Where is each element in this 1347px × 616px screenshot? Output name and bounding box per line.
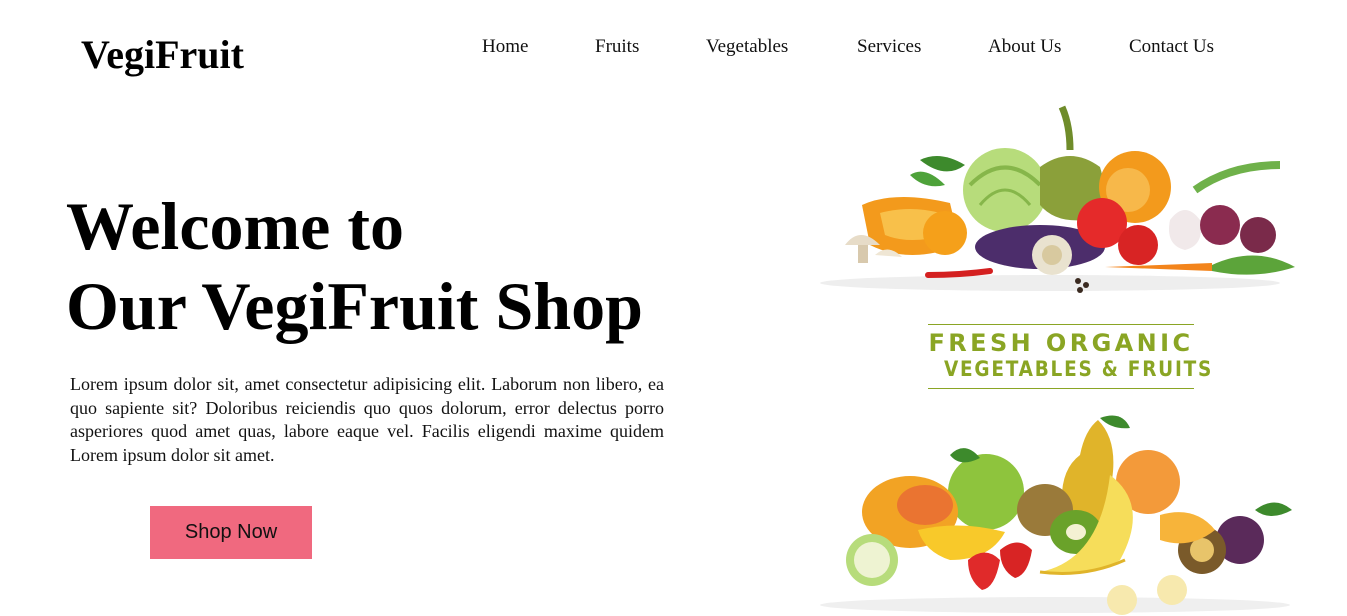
nav-item-home[interactable]: Home — [482, 33, 528, 61]
vegetables-pile-icon — [820, 105, 1295, 293]
nav-item-contact-us[interactable]: Contact Us — [1129, 33, 1214, 61]
main-nav: Home Fruits Vegetables Services About Us… — [0, 33, 1347, 63]
nav-item-vegetables[interactable]: Vegetables — [706, 33, 788, 61]
hero-title-line-1: Welcome to — [66, 188, 404, 264]
banner-line-2: VEGETABLES & FRUITS — [943, 357, 1214, 381]
nav-item-about-us[interactable]: About Us — [988, 33, 1061, 61]
nav-item-services[interactable]: Services — [857, 33, 921, 61]
hero-title: Welcome to Our VegiFruit Shop — [66, 186, 643, 346]
hero-description: Lorem ipsum dolor sit, amet consectetur … — [70, 374, 664, 465]
shop-now-button[interactable]: Shop Now — [150, 506, 312, 559]
nav-item-fruits[interactable]: Fruits — [595, 33, 639, 61]
fruits-pile-icon — [820, 415, 1292, 615]
fresh-organic-banner: FRESH ORGANIC VEGETABLES & FRUITS — [928, 324, 1214, 389]
hero-title-line-2: Our VegiFruit Shop — [66, 268, 643, 344]
banner-line-1: FRESH ORGANIC — [928, 329, 1194, 357]
